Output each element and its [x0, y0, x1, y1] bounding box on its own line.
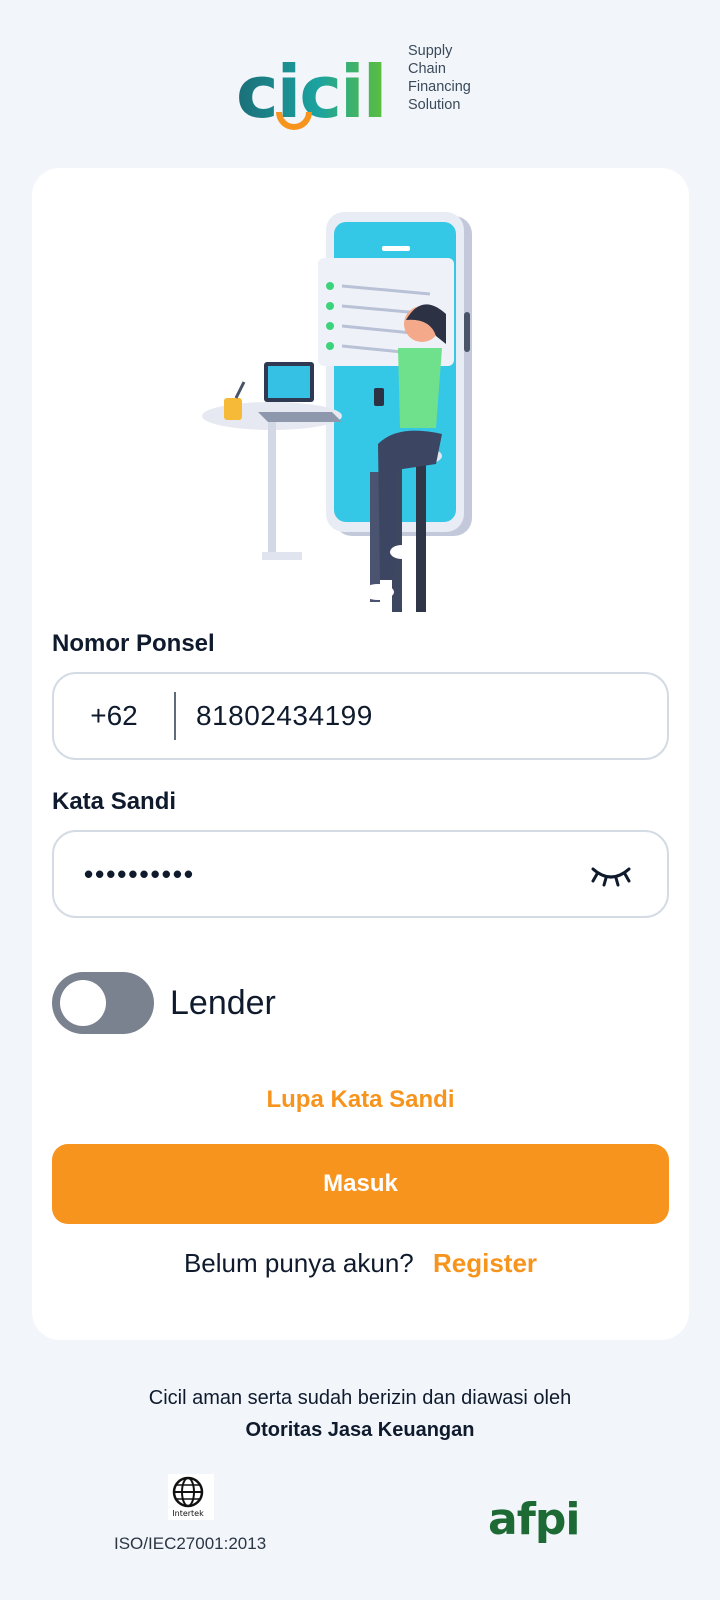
afpi-logo: afpi: [488, 1494, 580, 1545]
tagline-line: Chain: [408, 61, 446, 77]
register-prompt: Belum punya akun? Register: [32, 1248, 689, 1279]
cicil-logo: cicil Supply Chain Financing Solution: [236, 38, 496, 138]
iso-certification: Intertek ISO/IEC27001:2013: [114, 1474, 274, 1553]
password-label: Kata Sandi: [52, 788, 177, 815]
svg-text:Intertek: Intertek: [172, 1509, 204, 1518]
regulator-notice: Cicil aman serta sudah berizin dan diawa…: [0, 1382, 720, 1446]
tagline-line: Solution: [408, 97, 461, 113]
woman-with-phone-illustration: [202, 212, 472, 612]
lender-toggle-row: Lender: [52, 972, 276, 1034]
tagline-line: Financing: [408, 79, 471, 95]
country-code-prefix[interactable]: +62: [54, 700, 174, 732]
logo-tagline: Supply Chain Financing Solution: [408, 42, 471, 114]
toggle-knob: [60, 980, 106, 1026]
login-button[interactable]: Masuk: [52, 1144, 669, 1224]
lender-toggle[interactable]: [52, 972, 154, 1034]
phone-label: Nomor Ponsel: [52, 630, 215, 657]
phone-input[interactable]: 81802434199: [176, 700, 373, 732]
register-link[interactable]: Register: [433, 1248, 537, 1278]
password-input[interactable]: ••••••••••: [54, 859, 587, 890]
phone-field[interactable]: +62 81802434199: [52, 672, 669, 760]
eye-closed-icon[interactable]: [587, 859, 635, 889]
intertek-globe-icon: Intertek: [168, 1474, 214, 1520]
regulator-name: Otoritas Jasa Keuangan: [245, 1419, 475, 1441]
no-account-text: Belum punya akun?: [183, 1248, 414, 1278]
tagline-line: Supply: [408, 43, 453, 59]
lender-toggle-label: Lender: [170, 983, 276, 1022]
login-card: Nomor Ponsel +62 81802434199 Kata Sandi …: [32, 168, 689, 1340]
forgot-password-link[interactable]: Lupa Kata Sandi: [32, 1086, 689, 1114]
iso-standard-label: ISO/IEC27001:2013: [114, 1534, 267, 1553]
licensed-text: Cicil aman serta sudah berizin dan diawa…: [148, 1387, 572, 1409]
logo-wordmark: cicil: [236, 38, 402, 134]
password-field[interactable]: ••••••••••: [52, 830, 669, 918]
